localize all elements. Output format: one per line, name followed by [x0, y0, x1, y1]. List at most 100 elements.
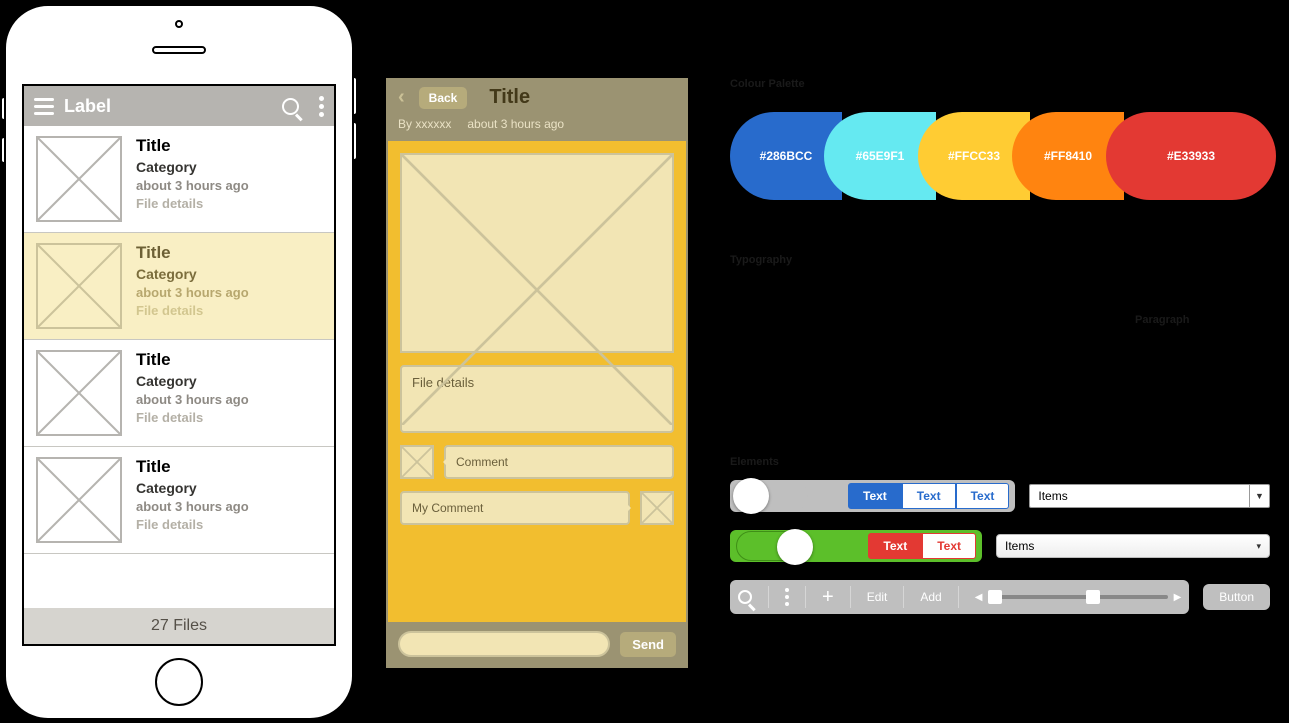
detail-time: about 3 hours ago [467, 117, 564, 131]
swatch-hex: #FFCC33 [948, 149, 1000, 163]
thumbnail-placeholder [36, 136, 122, 222]
thumbnail-placeholder [36, 243, 122, 329]
list-item[interactable]: Title Category about 3 hours ago File detai… [24, 340, 334, 447]
item-category: Category [136, 480, 249, 496]
swatch-hex: #E33933 [1167, 149, 1215, 163]
item-time: about 3 hours ago [136, 285, 249, 300]
segment-button[interactable]: Text [868, 533, 922, 559]
section-label-elements: Elements [730, 456, 779, 468]
detail-author: By xxxxxx [398, 117, 451, 131]
swatch-hex: #286BCC [760, 149, 813, 163]
separator [768, 586, 769, 608]
menu-icon[interactable] [34, 98, 54, 115]
segment-button[interactable]: Text [922, 533, 976, 559]
comment-text: Comment [456, 455, 508, 469]
chevron-down-icon: ▼ [1249, 485, 1269, 507]
elements-panel: Text Text Text Items ▼ Text Text Items ▾ [730, 480, 1270, 614]
item-details: File details [136, 410, 249, 425]
overflow-menu-icon[interactable] [319, 96, 324, 117]
segmented-control-red: Text Text [868, 533, 976, 559]
separator [903, 586, 904, 608]
item-details: File details [136, 303, 249, 318]
chevron-left-icon[interactable]: ‹ [398, 86, 405, 109]
chevron-left-icon: ◀ [975, 592, 983, 603]
item-time: about 3 hours ago [136, 178, 249, 193]
item-category: Category [136, 266, 249, 282]
segment-button[interactable]: Text [902, 483, 956, 509]
item-title: Title [136, 243, 249, 263]
item-title: Title [136, 136, 249, 156]
detail-title: Title [489, 86, 530, 109]
section-label-typography: Typography [730, 254, 792, 266]
phone-screen: Label Title Category about 3 hours ago File… [22, 84, 336, 646]
toolbar: + Edit Add ◀ ▶ [730, 580, 1189, 614]
slider[interactable]: ◀ ▶ [975, 592, 1182, 603]
segment-button[interactable]: Text [956, 483, 1010, 509]
plus-icon[interactable]: + [822, 586, 834, 609]
dropdown-value: Items [1038, 489, 1067, 503]
my-comment-bubble: My Comment [400, 491, 630, 525]
item-details: File details [136, 196, 249, 211]
phone-frame: Label Title Category about 3 hours ago File… [4, 4, 354, 720]
item-time: about 3 hours ago [136, 392, 249, 407]
overflow-menu-icon[interactable] [785, 588, 789, 606]
toggle-switch-off[interactable] [736, 481, 808, 511]
comment-avatar [400, 445, 434, 479]
item-category: Category [136, 373, 249, 389]
dropdown-value: Items [1005, 539, 1034, 553]
app-bar-title: Label [64, 96, 272, 117]
swatch-hex: #FF8410 [1044, 149, 1092, 163]
toolbar-add[interactable]: Add [920, 590, 941, 604]
list-item[interactable]: Title Category about 3 hours ago File detai… [24, 233, 334, 340]
detail-view: ‹ Back Title By xxxxxx about 3 hours ago… [386, 78, 688, 668]
color-palette: #286BCC #65E9F1 #FFCC33 #FF8410 #E33933 [730, 112, 1276, 200]
color-swatch[interactable]: #E33933 [1106, 112, 1276, 200]
item-category: Category [136, 159, 249, 175]
message-input[interactable] [398, 631, 610, 657]
search-icon[interactable] [282, 98, 299, 115]
detail-image-placeholder [400, 153, 674, 353]
phone-side-button [0, 96, 6, 121]
segment-button[interactable]: Text [848, 483, 902, 509]
phone-side-button [352, 76, 358, 116]
item-title: Title [136, 457, 249, 477]
item-title: Title [136, 350, 249, 370]
chevron-right-icon: ▶ [1174, 592, 1182, 603]
thumbnail-placeholder [36, 457, 122, 543]
list-item[interactable]: Title Category about 3 hours ago File detai… [24, 447, 334, 554]
separator [805, 586, 806, 608]
phone-camera-dot [175, 20, 183, 28]
dropdown-select[interactable]: Items ▾ [996, 534, 1270, 558]
comment-avatar [640, 491, 674, 525]
separator [850, 586, 851, 608]
swatch-hex: #65E9F1 [856, 149, 905, 163]
detail-header: ‹ Back Title By xxxxxx about 3 hours ago [388, 80, 686, 141]
phone-side-button [0, 136, 6, 164]
dropdown-select[interactable]: Items ▼ [1029, 484, 1270, 508]
comment-bubble: Comment [444, 445, 674, 479]
send-button[interactable]: Send [620, 632, 676, 657]
phone-side-button [352, 121, 358, 161]
list-item[interactable]: Title Category about 3 hours ago File detai… [24, 126, 334, 233]
file-count: 27 Files [151, 617, 207, 635]
detail-footer: Send [388, 622, 686, 666]
search-icon[interactable] [738, 590, 752, 604]
app-bar: Label [24, 86, 334, 126]
chevron-down-icon: ▾ [1256, 541, 1261, 552]
thumbnail-placeholder [36, 350, 122, 436]
separator [958, 586, 959, 608]
segmented-control-blue: Text Text Text [848, 483, 1009, 509]
item-time: about 3 hours ago [136, 499, 249, 514]
button[interactable]: Button [1203, 584, 1270, 610]
back-button[interactable]: Back [419, 87, 468, 109]
list-footer: 27 Files [24, 608, 334, 644]
phone-speaker [152, 46, 206, 54]
toggle-switch-on[interactable] [736, 531, 808, 561]
toolbar-edit[interactable]: Edit [867, 590, 888, 604]
section-label-colors: Colour Palette [730, 78, 805, 90]
button-label: Button [1219, 590, 1254, 604]
item-details: File details [136, 517, 249, 532]
home-button[interactable] [155, 658, 203, 706]
my-comment-text: My Comment [412, 501, 483, 515]
section-label-paragraph: Paragraph [1135, 314, 1189, 326]
